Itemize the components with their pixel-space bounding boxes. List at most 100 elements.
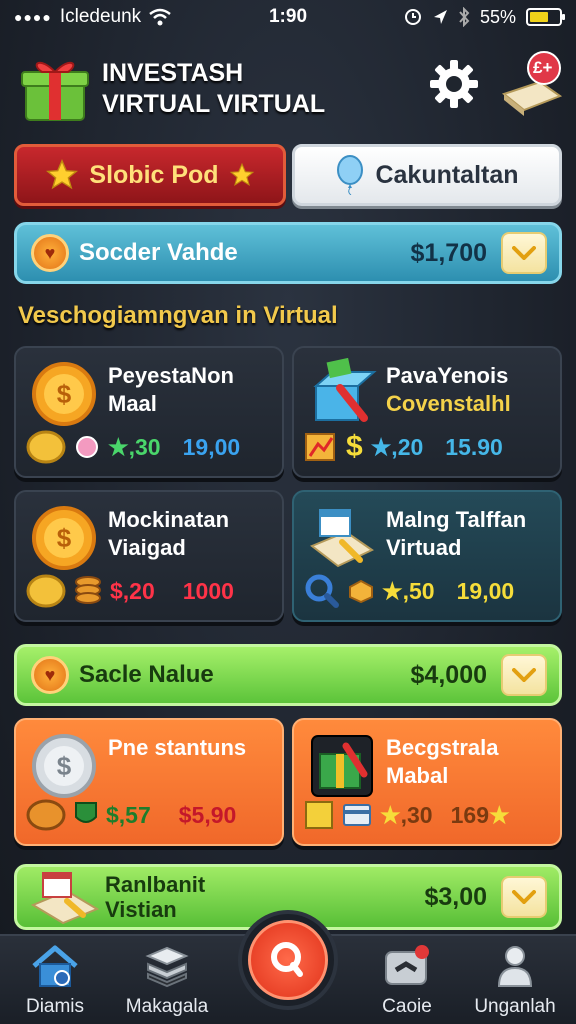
investment-card[interactable]: $ Mockinatan Viaigad $,20 1000: [14, 490, 284, 622]
card-stat-b: 15.90: [445, 433, 503, 460]
card-title: Malng Talffan Virtuad: [386, 506, 526, 562]
card-stat-a-value: 50: [409, 577, 435, 604]
card-stats: ★,50 19,00: [304, 572, 550, 610]
card-title-line2: Maal: [108, 391, 157, 416]
investment-card[interactable]: Becgstrala Mabal ★,30 169★: [292, 718, 562, 846]
nav-item-diamis[interactable]: Diamis: [0, 944, 110, 1018]
value-bar-amount: $3,00: [424, 882, 487, 911]
nav-item-caoie[interactable]: Caoie: [352, 944, 462, 1018]
carrier-name: Icledeunk: [59, 6, 142, 27]
dollar-gear-coin-icon: $: [32, 506, 96, 570]
heart-coin-icon: ♥: [31, 234, 69, 272]
signal-dots-icon: ●●●●: [14, 9, 52, 25]
bluetooth-icon: [459, 7, 470, 27]
investment-card[interactable]: PavaYenois Covenstalhl $ ★,20 15.90: [292, 346, 562, 478]
card-stat-b: $5,90: [178, 801, 237, 828]
tab-label: Slobic Pod: [89, 160, 219, 189]
status-bar: ●●●● Icledeunk 1:90 55%: [0, 0, 576, 34]
card-stat-b: 19,00: [456, 577, 515, 604]
star-icon: [46, 159, 79, 190]
chart-card-icon: [305, 433, 335, 461]
search-fab-inner: [248, 920, 328, 1000]
silver-coin-icon: $: [32, 734, 96, 798]
status-time: 1:90: [268, 6, 308, 27]
alarm-icon: [404, 9, 421, 25]
value-bar-amount: $1,700: [410, 238, 487, 267]
app-title-line1: INVESTASH: [102, 59, 244, 87]
app-title-line2: VIRTUAL VIRTUAL: [102, 90, 326, 118]
card-stat-a: $,20: [110, 577, 155, 604]
dollar-coin-icon: $: [32, 362, 96, 426]
value-bar-label-line1: Ranlbanit: [105, 872, 206, 897]
card-icon: [343, 804, 371, 826]
tab-cakuntaltan[interactable]: Cakuntaltan: [292, 144, 562, 206]
card-stat-a-value: 30: [135, 433, 161, 460]
wifi-icon: [149, 8, 171, 26]
value-bar-label: Sacle Nalue: [79, 661, 214, 688]
search-fab-button[interactable]: [238, 910, 338, 1010]
card-title-line2: Viaigad: [108, 535, 186, 560]
card-stats: $ ★,20 15.90: [304, 428, 550, 466]
card-title-line1: Mockinatan: [108, 507, 230, 532]
investment-card[interactable]: Malng Talffan Virtuad ★,50 19,00: [292, 490, 562, 622]
dollar-icon: $: [346, 430, 363, 463]
tab-slobic-pod[interactable]: Slobic Pod: [14, 144, 286, 206]
gift-box-icon: [311, 735, 373, 797]
card-title-line1: Becgstrala: [386, 735, 499, 760]
nav-label: Makagala: [125, 996, 209, 1017]
user-icon: [497, 946, 533, 987]
card-stat-a: ★,30: [108, 433, 161, 460]
chevron-down-icon[interactable]: [501, 232, 547, 274]
card-stat-a: ★,50: [382, 577, 435, 604]
magnifier-icon: [305, 574, 339, 608]
chat-icon: [385, 945, 429, 985]
coin-stack-icon: [75, 576, 101, 604]
document-icon: [31, 872, 100, 925]
card-stats: $,20 1000: [26, 572, 272, 610]
section-heading: Veschogiamngvan in Virtual: [18, 302, 338, 329]
gift-icon: [21, 61, 89, 121]
card-stats: $,57 $5,90: [26, 796, 272, 834]
card-title: PavaYenois Covenstalhl: [386, 362, 511, 418]
card-title-line1: Malng Talffan: [386, 507, 527, 532]
note-icon: [305, 801, 333, 829]
search-icon: [271, 942, 303, 977]
box-icon: [349, 579, 373, 603]
card-stat-a-value: 20: [397, 433, 424, 460]
coin-icon: [26, 799, 66, 831]
card-stat-a: ★,30: [380, 801, 433, 828]
card-title-line2: Mabal: [386, 763, 449, 788]
nav-label: Diamis: [25, 996, 85, 1017]
svg-text:$: $: [57, 523, 72, 553]
coin-icon: [26, 574, 66, 608]
investment-card[interactable]: $ PeyestaNon Maal ★,30 19,00: [14, 346, 284, 478]
card-title: Becgstrala Mabal: [386, 734, 499, 790]
nav-item-unganlah[interactable]: Unganlah: [460, 944, 570, 1018]
document-icon: [310, 509, 374, 568]
card-stat-b: 1000: [182, 577, 234, 604]
card-stat-b: 19,00: [182, 433, 241, 460]
card-stat-a: $,57: [106, 801, 151, 828]
investment-card[interactable]: $ Pne stantuns $,57 $5,90: [14, 718, 284, 846]
card-title-line1: PavaYenois: [386, 363, 509, 388]
nav-label: Unganlah: [474, 996, 556, 1017]
svg-text:$: $: [57, 379, 72, 409]
tab-label: Cakuntaltan: [375, 160, 519, 189]
value-bar-label: Socder Vahde: [79, 239, 238, 266]
card-stats: ★,30 169★: [304, 796, 550, 834]
nav-item-makagala[interactable]: Makagala: [112, 944, 222, 1018]
card-stats: ★,30 19,00: [26, 428, 272, 466]
card-stat-a-value: 30: [407, 801, 433, 828]
app-title: INVESTASH VIRTUAL VIRTUAL: [102, 58, 325, 120]
card-title-line1: PeyestaNon: [108, 363, 234, 388]
coin-icon: [26, 430, 66, 464]
card-stat-b: 169★: [450, 801, 510, 828]
chevron-down-icon[interactable]: [501, 876, 547, 918]
value-bar-socder[interactable]: ♥ Socder Vahde $1,700: [14, 222, 562, 284]
gear-icon[interactable]: [428, 58, 480, 110]
value-bar-sacle[interactable]: ♥ Sacle Nalue $4,000: [14, 644, 562, 706]
svg-text:$: $: [57, 751, 72, 781]
chevron-down-icon[interactable]: [501, 654, 547, 696]
card-title: Mockinatan Viaigad: [108, 506, 229, 562]
card-title-line2: Covenstalhl: [386, 391, 511, 416]
